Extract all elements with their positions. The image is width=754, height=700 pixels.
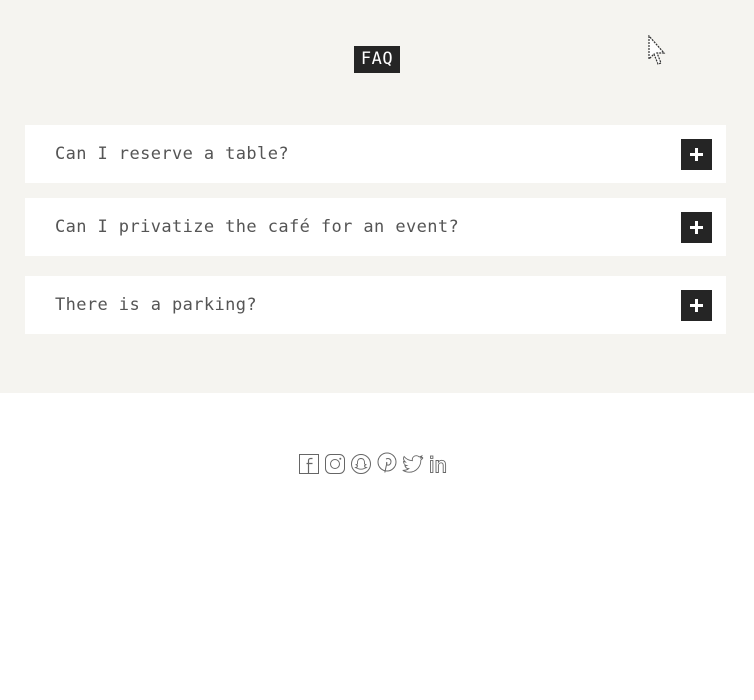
- faq-item-reserve[interactable]: Can I reserve a table?: [25, 125, 726, 183]
- expand-button[interactable]: [681, 212, 712, 243]
- social-links: [298, 450, 450, 478]
- linkedin-icon[interactable]: [428, 450, 450, 478]
- mouse-cursor-icon: [648, 35, 666, 65]
- faq-question: There is a parking?: [55, 295, 258, 315]
- faq-title: FAQ: [354, 46, 400, 73]
- expand-button[interactable]: [681, 290, 712, 321]
- instagram-icon[interactable]: [324, 450, 346, 478]
- faq-question: Can I privatize the café for an event?: [55, 217, 460, 237]
- facebook-icon[interactable]: [298, 450, 320, 478]
- snapchat-icon[interactable]: [350, 450, 372, 478]
- twitter-icon[interactable]: [402, 450, 424, 478]
- pinterest-icon[interactable]: [376, 450, 398, 478]
- expand-button[interactable]: [681, 139, 712, 170]
- faq-section: FAQ Can I reserve a table? Can I privati…: [0, 0, 754, 393]
- faq-item-privatize[interactable]: Can I privatize the café for an event?: [25, 198, 726, 256]
- faq-question: Can I reserve a table?: [55, 144, 289, 164]
- faq-item-parking[interactable]: There is a parking?: [25, 276, 726, 334]
